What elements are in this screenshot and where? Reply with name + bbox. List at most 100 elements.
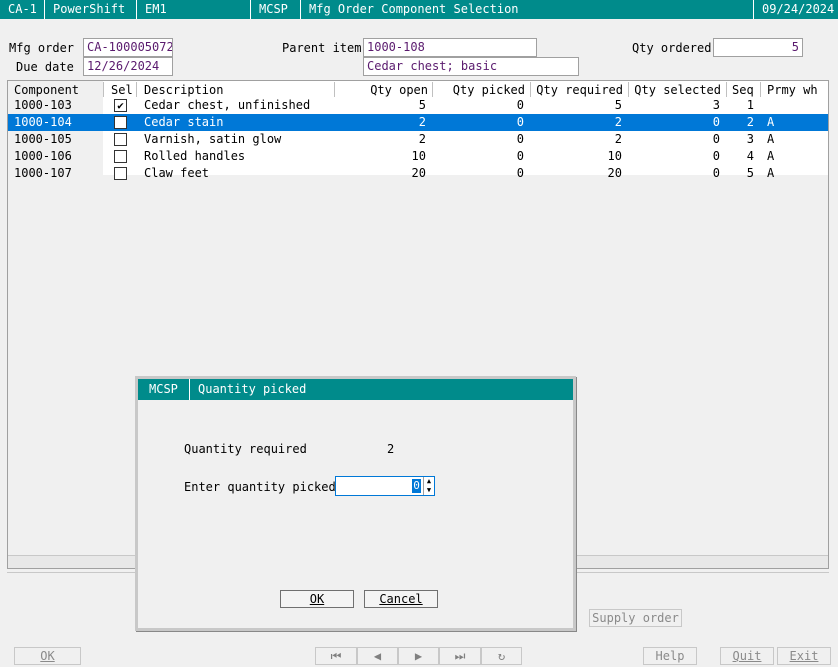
refresh-button[interactable]: ↻ (481, 647, 522, 665)
cell-component: 1000-104 (14, 115, 72, 129)
qty-required-value: 2 (387, 442, 395, 456)
product-name: PowerShift (45, 0, 137, 19)
supply-order-label: Supply order (592, 611, 679, 625)
cell-qty-required: 2 (614, 115, 622, 129)
quit-label: Quit (732, 649, 762, 663)
parent-item-label: Parent item (282, 41, 362, 55)
dialog-ok-button[interactable]: OK (280, 590, 354, 608)
table-row[interactable]: 1000-107 Claw feet 20 0 20 0 5 A (8, 165, 828, 182)
cell-description: Rolled handles (144, 149, 246, 163)
first-record-button[interactable]: ⏮ (315, 647, 357, 665)
cell-qty-required: 20 (607, 166, 622, 180)
cell-qty-open: 2 (418, 132, 426, 146)
cell-qty-open: 2 (418, 115, 426, 129)
table-row-selected[interactable]: 1000-104 Cedar stain 2 0 2 0 2 A (8, 114, 828, 131)
table-row[interactable]: 1000-105 Varnish, satin glow 2 0 2 0 3 A (8, 131, 828, 148)
cell-component: 1000-103 (14, 98, 72, 112)
last-record-button[interactable]: ⏭ (439, 647, 481, 665)
cell-component: 1000-107 (14, 166, 72, 180)
parent-item-description: Cedar chest; basic (363, 57, 579, 76)
qty-required-label: Quantity required (184, 442, 307, 456)
parent-item-field[interactable]: 1000-108 (363, 38, 537, 57)
select-checkbox[interactable] (114, 133, 127, 146)
supply-order-button[interactable]: Supply order (589, 609, 682, 627)
qty-picked-input[interactable]: 0 ▲ ▼ (335, 476, 435, 496)
cell-seq: 2 (746, 115, 754, 129)
spin-down-icon[interactable]: ▼ (427, 486, 431, 494)
environment-code: EM1 (137, 0, 251, 19)
program-code: MCSP (251, 0, 301, 19)
refresh-icon: ↻ (497, 649, 506, 663)
cell-qty-selected: 3 (712, 98, 720, 112)
cell-seq: 1 (746, 98, 754, 112)
cell-qty-required: 2 (614, 132, 622, 146)
cell-qty-selected: 0 (712, 166, 720, 180)
cell-qty-picked: 0 (516, 166, 524, 180)
cell-qty-open: 20 (411, 166, 426, 180)
cell-description: Claw feet (144, 166, 210, 180)
dialog-program-code: MCSP (149, 382, 178, 396)
cell-qty-picked: 0 (516, 115, 524, 129)
quantity-stepper[interactable]: ▲ ▼ (423, 477, 434, 495)
col-separator (726, 82, 727, 97)
ok-label: OK (40, 649, 55, 663)
select-checkbox[interactable]: ✔ (114, 99, 127, 112)
cell-qty-picked: 0 (516, 132, 524, 146)
next-record-icon: ▶ (414, 649, 423, 663)
cell-qty-selected: 0 (712, 149, 720, 163)
qty-picked-value: 0 (412, 479, 421, 493)
quantity-picked-dialog: MCSP Quantity picked Quantity required 2… (135, 376, 576, 631)
quit-button[interactable]: Quit (720, 647, 774, 665)
dialog-title-bar: MCSP Quantity picked (138, 379, 573, 400)
cell-qty-open: 5 (418, 98, 426, 112)
cell-qty-selected: 0 (712, 115, 720, 129)
help-button[interactable]: Help (643, 647, 697, 665)
next-record-button[interactable]: ▶ (398, 647, 439, 665)
enter-qty-label: Enter quantity picked (184, 480, 336, 494)
cell-prmy-wh: A (767, 166, 775, 180)
mfg-order-field[interactable]: CA-100005072 (83, 38, 173, 57)
table-row[interactable]: 1000-106 Rolled handles 10 0 10 0 4 A (8, 148, 828, 165)
previous-record-icon: ◀ (373, 649, 382, 663)
due-date-field[interactable]: 12/26/2024 (83, 57, 173, 76)
cell-component: 1000-105 (14, 132, 72, 146)
title-bar: CA-1 PowerShift EM1 MCSP Mfg Order Compo… (0, 0, 838, 19)
cell-prmy-wh: A (767, 132, 775, 146)
previous-record-button[interactable]: ◀ (357, 647, 398, 665)
table-row[interactable]: 1000-103 ✔ Cedar chest, unfinished 5 0 5… (8, 97, 828, 114)
dialog-ok-label: OK (309, 592, 325, 606)
select-checkbox[interactable] (114, 150, 127, 163)
col-separator (760, 82, 761, 97)
spin-up-icon[interactable]: ▲ (427, 477, 431, 485)
dialog-title: Quantity picked (198, 382, 307, 396)
exit-label: Exit (789, 649, 819, 663)
qty-ordered-label: Qty ordered (632, 41, 712, 55)
cell-prmy-wh: A (767, 149, 775, 163)
dialog-cancel-label: Cancel (379, 592, 423, 606)
cell-component: 1000-106 (14, 149, 72, 163)
cell-description: Cedar stain (144, 115, 224, 129)
select-checkbox[interactable] (114, 167, 127, 180)
cell-seq: 5 (746, 166, 754, 180)
cell-qty-required: 5 (614, 98, 622, 112)
col-separator (103, 82, 104, 97)
col-separator (136, 82, 137, 97)
select-checkbox[interactable] (114, 116, 127, 129)
last-record-icon: ⏭ (454, 649, 466, 663)
ok-button[interactable]: OK (14, 647, 81, 665)
cell-seq: 3 (746, 132, 754, 146)
mfg-order-label: Mfg order (9, 41, 75, 55)
current-date: 09/24/2024 (762, 2, 835, 16)
cell-qty-required: 10 (607, 149, 622, 163)
first-record-icon: ⏮ (330, 649, 342, 663)
cell-description: Cedar chest, unfinished (144, 98, 311, 112)
screen-title: Mfg Order Component Selection (301, 0, 754, 19)
cell-prmy-wh: A (767, 115, 775, 129)
qty-ordered-field[interactable]: 5 (713, 38, 803, 57)
cell-qty-open: 10 (411, 149, 426, 163)
exit-button[interactable]: Exit (777, 647, 831, 665)
cell-description: Varnish, satin glow (144, 132, 282, 146)
due-date-label: Due date (16, 60, 74, 74)
dialog-cancel-button[interactable]: Cancel (364, 590, 438, 608)
cell-qty-picked: 0 (516, 149, 524, 163)
